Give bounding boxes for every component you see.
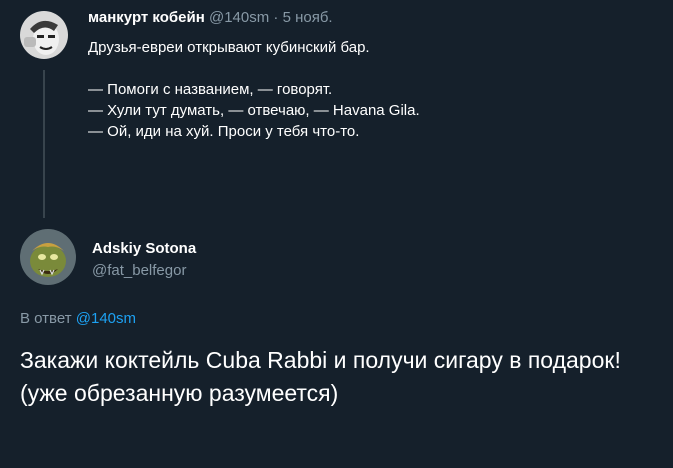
replying-to-label: В ответ bbox=[20, 310, 72, 327]
header-separator: · bbox=[273, 9, 279, 26]
parent-tweet-text: Друзья-евреи открывают кубинский бар. — … bbox=[88, 37, 648, 142]
thread-connector-line bbox=[43, 70, 45, 218]
reply-tweet-text: Закажи коктейль Cuba Rabbi и получи сига… bbox=[20, 347, 621, 406]
parent-tweet-header: манкурт кобейн @140sm · 5 нояб. bbox=[88, 9, 333, 26]
reply-avatar[interactable] bbox=[20, 229, 76, 285]
tweet-line: — Хули тут думать, — отвечаю, — Havana G… bbox=[88, 102, 420, 119]
tweet-line: Друзья-евреи открывают кубинский бар. bbox=[88, 39, 370, 56]
parent-timestamp[interactable]: 5 нояб. bbox=[283, 9, 333, 26]
parent-handle[interactable]: @140sm bbox=[209, 9, 269, 26]
tweet-line: — Ой, иди на хуй. Проси у тебя что-то. bbox=[88, 123, 360, 140]
parent-display-name[interactable]: манкурт кобейн bbox=[88, 9, 205, 26]
avatar-image bbox=[20, 11, 68, 59]
avatar-image bbox=[20, 229, 76, 285]
reply-handle[interactable]: @fat_belfegor bbox=[92, 262, 186, 279]
reply-display-name[interactable]: Adskiy Sotona bbox=[92, 240, 196, 257]
tweet-line-blank bbox=[88, 58, 648, 79]
replying-to-link[interactable]: @140sm bbox=[76, 310, 136, 327]
parent-avatar[interactable] bbox=[20, 11, 68, 59]
tweet-line: — Помоги с названием, — говорят. bbox=[88, 81, 333, 98]
replying-to: В ответ @140sm bbox=[20, 310, 136, 327]
